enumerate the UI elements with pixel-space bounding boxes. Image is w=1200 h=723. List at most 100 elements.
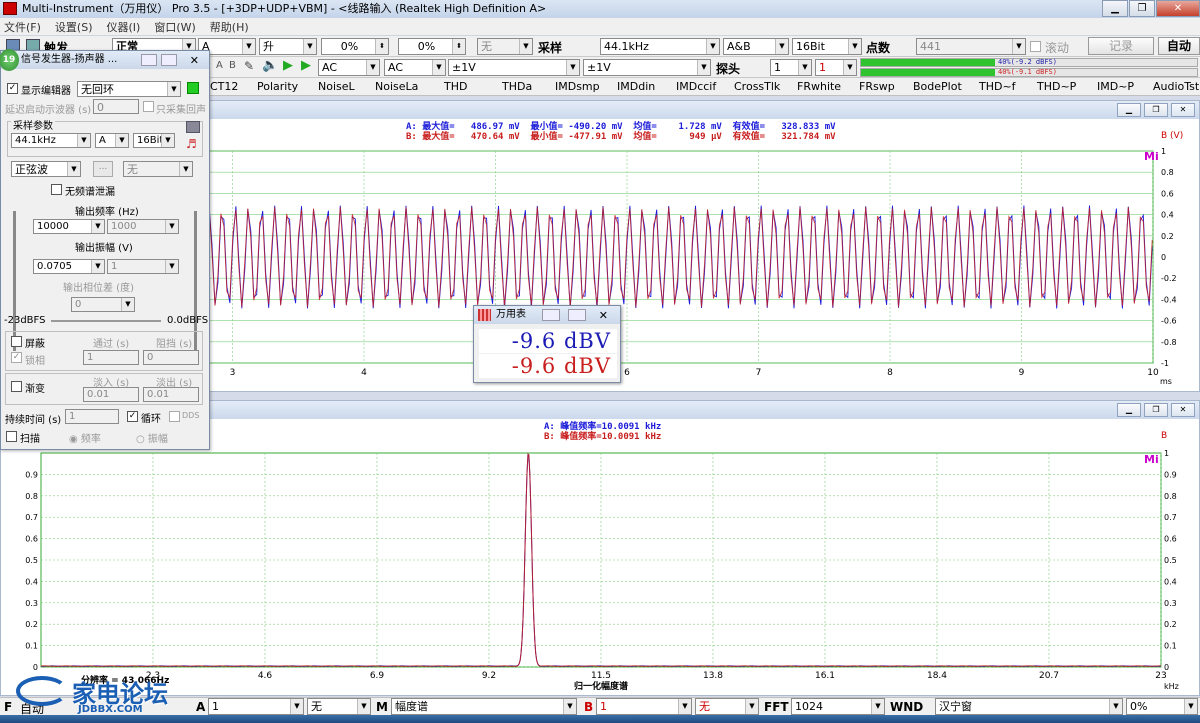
- a-select[interactable]: 1 ▼: [208, 698, 304, 715]
- m-select[interactable]: 幅度谱 ▼: [391, 698, 577, 715]
- duration-input[interactable]: 1: [65, 409, 119, 424]
- sweep-freq-radio[interactable]: ◉ 频率: [69, 430, 101, 445]
- right-slider-track[interactable]: [194, 211, 197, 351]
- balance-slider[interactable]: [51, 320, 161, 322]
- minimize-icon[interactable]: ▁: [1102, 0, 1128, 17]
- sweep-checkbox[interactable]: [6, 431, 17, 442]
- block-input[interactable]: 0: [143, 350, 199, 365]
- generator-minimize-icon[interactable]: [141, 54, 157, 66]
- spectrum-chart[interactable]: 2.3 4.6 6.9 9.2 11.5 13.8 16.1 18.4 20.7 230.90.8…: [1, 441, 1199, 695]
- fade-in-input[interactable]: 0.01: [83, 387, 139, 402]
- scroll-checkbox[interactable]: [1030, 41, 1041, 52]
- meter-close-icon[interactable]: ✕: [599, 307, 608, 325]
- dds-checkbox[interactable]: [169, 411, 180, 422]
- fade-checkbox[interactable]: [11, 381, 22, 392]
- gen-music-icon[interactable]: ♬: [186, 137, 197, 151]
- out-freq-select[interactable]: 10000 ▼: [33, 219, 105, 234]
- tab-thd[interactable]: THD: [444, 80, 467, 93]
- waveform-select[interactable]: 正弦波 ▼: [11, 161, 81, 177]
- range-a-select[interactable]: ±1V ▼: [448, 59, 580, 76]
- tab-thda[interactable]: THDa: [502, 80, 532, 93]
- trigger-extra-select[interactable]: 无 ▼: [477, 38, 533, 55]
- menu-instruments[interactable]: 仪器(I): [107, 19, 141, 35]
- lock-checkbox[interactable]: ✓: [11, 352, 22, 363]
- left-slider-track[interactable]: [13, 211, 16, 351]
- scale-b-icon[interactable]: B: [229, 60, 236, 71]
- tab-thd-f[interactable]: THD~f: [979, 80, 1016, 93]
- panel-restore-icon[interactable]: ❐: [1144, 103, 1168, 117]
- generator-close-icon[interactable]: ✕: [190, 52, 199, 70]
- speaker-icon[interactable]: 🔈: [262, 58, 278, 73]
- wrench-icon[interactable]: ✎: [244, 59, 254, 73]
- restore-icon[interactable]: ❐: [1129, 0, 1155, 17]
- scope-mi-badge[interactable]: Mi: [1144, 150, 1159, 163]
- coupling-b-select[interactable]: AC ▼: [384, 59, 446, 76]
- gen-sample-rate-select[interactable]: 44.1kHz ▼: [11, 133, 91, 148]
- sample-rate-select[interactable]: 44.1kHz ▼: [600, 38, 720, 55]
- tab-bodeplot[interactable]: BodePlot: [913, 80, 962, 93]
- panel-restore-icon[interactable]: ❐: [1144, 403, 1168, 417]
- phase-select[interactable]: 0 ▼: [71, 297, 135, 312]
- gen-channel-select[interactable]: A ▼: [95, 133, 129, 148]
- tab-crosstlk[interactable]: CrossTlk: [734, 80, 780, 93]
- gen-bits-select[interactable]: 16Bit ▼: [133, 133, 175, 148]
- trigger-level-input[interactable]: 0% ⬍: [321, 38, 389, 55]
- waveform2-select[interactable]: 无 ▼: [123, 161, 193, 177]
- play-icon[interactable]: ▶: [283, 58, 293, 73]
- tab-imddin[interactable]: IMDdin: [617, 80, 655, 93]
- pass-input[interactable]: 1: [83, 350, 139, 365]
- a-none-select[interactable]: 无 ▼: [307, 698, 371, 715]
- menu-file[interactable]: 文件(F): [4, 19, 41, 35]
- mask-checkbox[interactable]: [11, 336, 22, 347]
- loop-mode-select[interactable]: 无回环 ▼: [77, 81, 181, 97]
- loop-checkbox[interactable]: ✓: [127, 411, 138, 422]
- waveform-more-button[interactable]: ...: [93, 161, 113, 177]
- out-freq2-select[interactable]: 1000 ▼: [107, 219, 179, 234]
- tab-imdccif[interactable]: IMDccif: [676, 80, 716, 93]
- sweep-amp-radio[interactable]: ○ 振幅: [136, 430, 168, 445]
- close-icon[interactable]: ✕: [1156, 0, 1200, 17]
- tab-thd-p[interactable]: THD~P: [1037, 80, 1076, 93]
- only-capture-checkbox[interactable]: [143, 101, 154, 112]
- generator-restore-icon[interactable]: [161, 54, 177, 66]
- tab-ct12[interactable]: CT12: [210, 80, 238, 93]
- generator-status-icon[interactable]: [187, 82, 199, 94]
- panel-close-icon[interactable]: ✕: [1171, 403, 1195, 417]
- tab-frwhite[interactable]: FRwhite: [797, 80, 841, 93]
- fade-out-input[interactable]: 0.01: [143, 387, 199, 402]
- trigger-edge-select[interactable]: 升 ▼: [259, 38, 317, 55]
- range-b-select[interactable]: ±1V ▼: [583, 59, 711, 76]
- panel-minimize-icon[interactable]: ▁: [1117, 103, 1141, 117]
- tab-frswp[interactable]: FRswp: [859, 80, 895, 93]
- bits-select[interactable]: 16Bit ▼: [792, 38, 862, 55]
- coupling-a-select[interactable]: AC ▼: [318, 59, 380, 76]
- delay-input[interactable]: 0: [93, 99, 139, 114]
- gen-save-icon[interactable]: [186, 121, 200, 133]
- menu-help[interactable]: 帮助(H): [210, 19, 249, 35]
- meter-minimize-icon[interactable]: [542, 309, 560, 321]
- b-select[interactable]: 1 ▼: [596, 698, 692, 715]
- b-none-select[interactable]: 无 ▼: [695, 698, 759, 715]
- overlap-select[interactable]: 0% ▼: [1126, 698, 1198, 715]
- spectrum-mi-badge[interactable]: Mi: [1144, 453, 1159, 466]
- tab-noisela[interactable]: NoiseLa: [375, 80, 418, 93]
- auto-button[interactable]: 自动: [1158, 37, 1200, 55]
- record-button[interactable]: 记录: [1088, 37, 1154, 55]
- menu-window[interactable]: 窗口(W): [154, 19, 195, 35]
- scale-a-icon[interactable]: A: [216, 60, 223, 71]
- out-amp2-select[interactable]: 1 ▼: [107, 259, 179, 274]
- tab-audiotst[interactable]: AudioTst: [1153, 80, 1199, 93]
- probe-b-select[interactable]: 1 ▼: [815, 59, 857, 76]
- panel-minimize-icon[interactable]: ▁: [1117, 403, 1141, 417]
- fft-select[interactable]: 1024 ▼: [791, 698, 885, 715]
- wnd-select[interactable]: 汉宁窗 ▼: [935, 698, 1123, 715]
- tab-imd-p[interactable]: IMD~P: [1097, 80, 1134, 93]
- tab-polarity[interactable]: Polarity: [257, 80, 298, 93]
- channels-select[interactable]: A&B ▼: [723, 38, 789, 55]
- meter-restore-icon[interactable]: [568, 309, 586, 321]
- no-leak-checkbox[interactable]: [51, 184, 62, 195]
- show-editor-checkbox[interactable]: ✓: [7, 83, 18, 94]
- out-amp-select[interactable]: 0.0705 ▼: [33, 259, 105, 274]
- probe-a-select[interactable]: 1 ▼: [770, 59, 812, 76]
- tab-imdsmp[interactable]: IMDsmp: [555, 80, 600, 93]
